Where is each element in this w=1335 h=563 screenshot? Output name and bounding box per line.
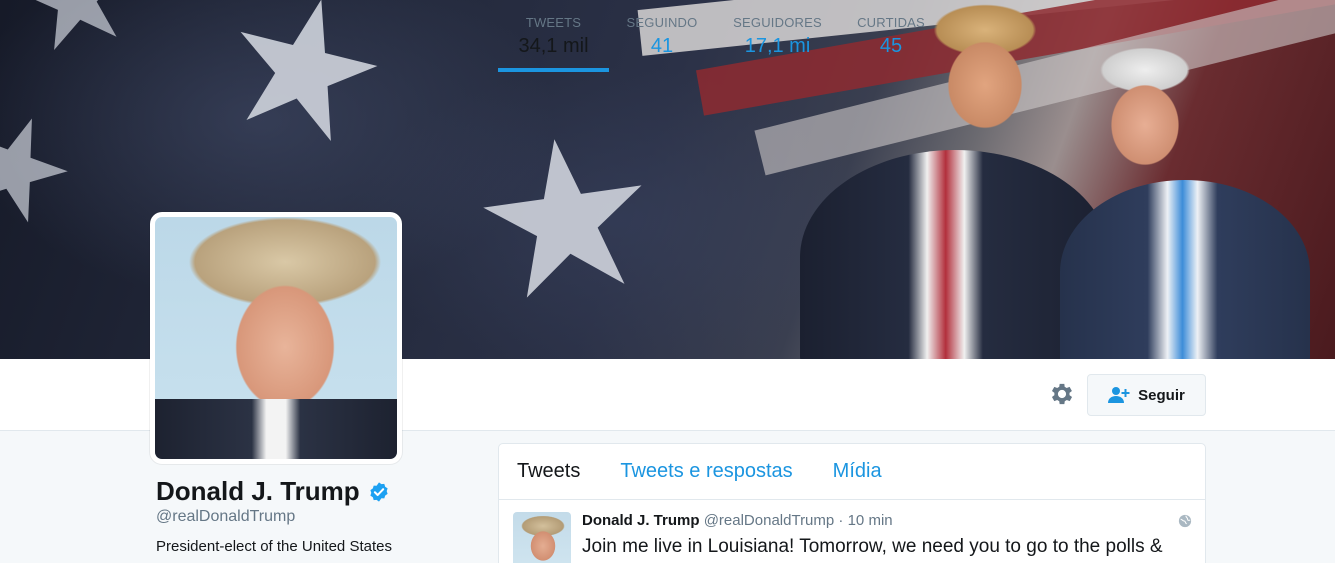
stat-value: 34,1 mil [518, 35, 589, 57]
profile-name[interactable]: Donald J. Trump [156, 476, 360, 507]
follow-button-label: Seguir [1138, 386, 1185, 404]
tweet-author-name[interactable]: Donald J. Trump [582, 512, 700, 529]
verified-badge-icon[interactable] [368, 481, 390, 503]
star-icon [0, 95, 85, 236]
cover-person-body [1060, 180, 1310, 359]
stat-label: TWEETS [525, 15, 582, 30]
timeline-tabs: Tweets Tweets e respostas Mídia [499, 444, 1205, 500]
add-user-icon [1108, 386, 1130, 404]
stat-following[interactable]: SEGUINDO 41 [621, 0, 703, 72]
stat-label: CURTIDAS [857, 15, 925, 30]
tab-tweets-and-replies[interactable]: Tweets e respostas [620, 460, 792, 483]
stat-value: 17,1 mi [744, 35, 811, 57]
stat-value: 45 [879, 35, 903, 57]
tweet-separator: · [838, 512, 844, 529]
follow-button[interactable]: Seguir [1087, 374, 1206, 416]
stat-value: 41 [650, 35, 674, 57]
star-icon [469, 119, 661, 311]
stat-likes[interactable]: CURTIDAS 45 [852, 0, 930, 72]
tab-media[interactable]: Mídia [833, 460, 882, 483]
star-icon [10, 0, 140, 60]
globe-icon [1178, 514, 1192, 528]
tweet-time[interactable]: 10 min [848, 512, 893, 529]
gear-icon[interactable] [1048, 380, 1076, 408]
tweet-header: Donald J. Trump @realDonaldTrump · 10 mi… [582, 512, 893, 529]
tweet-text: Join me live in Louisiana! Tomorrow, we … [582, 536, 1163, 557]
profile-name-row: Donald J. Trump [156, 476, 390, 507]
profile-bio: President-elect of the United States [156, 538, 392, 555]
profile-handle[interactable]: @realDonaldTrump [156, 508, 295, 526]
stat-followers[interactable]: SEGUIDORES 17,1 mi [727, 0, 828, 72]
stat-tweets[interactable]: TWEETS 34,1 mil [498, 0, 609, 72]
profile-avatar[interactable] [150, 212, 402, 464]
tweet-author-handle[interactable]: @realDonaldTrump [704, 512, 835, 529]
stat-label: SEGUIDORES [733, 15, 822, 30]
tab-tweets[interactable]: Tweets [517, 460, 580, 483]
tweet-avatar[interactable] [513, 512, 571, 563]
cover-person-head [1070, 40, 1220, 190]
star-icon [214, 0, 396, 156]
stat-label: SEGUINDO [626, 15, 698, 30]
